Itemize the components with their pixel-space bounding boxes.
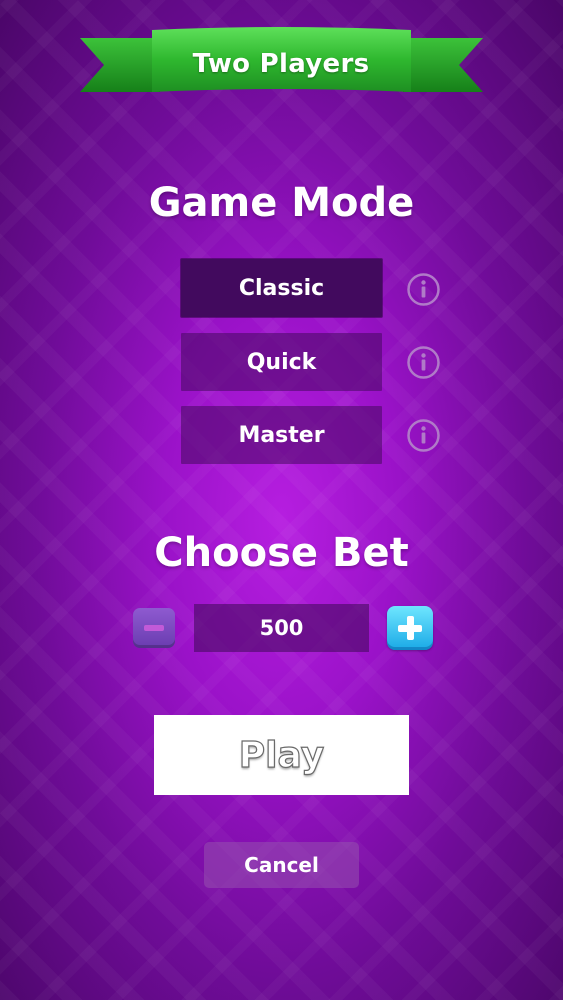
minus-icon bbox=[144, 625, 164, 631]
game-mode-heading: Game Mode bbox=[148, 180, 415, 226]
mode-option-quick[interactable]: Quick bbox=[181, 333, 382, 391]
info-icon[interactable] bbox=[407, 273, 440, 306]
mode-option-master[interactable]: Master bbox=[181, 406, 382, 464]
increase-bet-button[interactable] bbox=[387, 606, 433, 650]
info-icon[interactable] bbox=[407, 346, 440, 379]
plus-icon-vertical bbox=[407, 616, 414, 640]
screen-title: Two Players bbox=[192, 49, 370, 79]
mode-option-label: Master bbox=[238, 422, 325, 448]
decrease-bet-button[interactable] bbox=[133, 608, 175, 648]
bet-amount-display: 500 bbox=[194, 604, 369, 652]
title-ribbon: Two Players bbox=[0, 0, 563, 110]
mode-option-label: Quick bbox=[246, 349, 317, 375]
cancel-button-label: Cancel bbox=[244, 853, 319, 877]
play-button[interactable]: Play bbox=[154, 715, 409, 795]
bet-amount: 500 bbox=[259, 616, 304, 640]
info-icon[interactable] bbox=[407, 419, 440, 452]
choose-bet-heading: Choose Bet bbox=[154, 530, 409, 576]
mode-option-classic[interactable]: Classic bbox=[181, 259, 382, 317]
cancel-button[interactable]: Cancel bbox=[204, 842, 359, 888]
mode-option-label: Classic bbox=[238, 275, 325, 301]
play-button-label: Play bbox=[238, 734, 325, 776]
